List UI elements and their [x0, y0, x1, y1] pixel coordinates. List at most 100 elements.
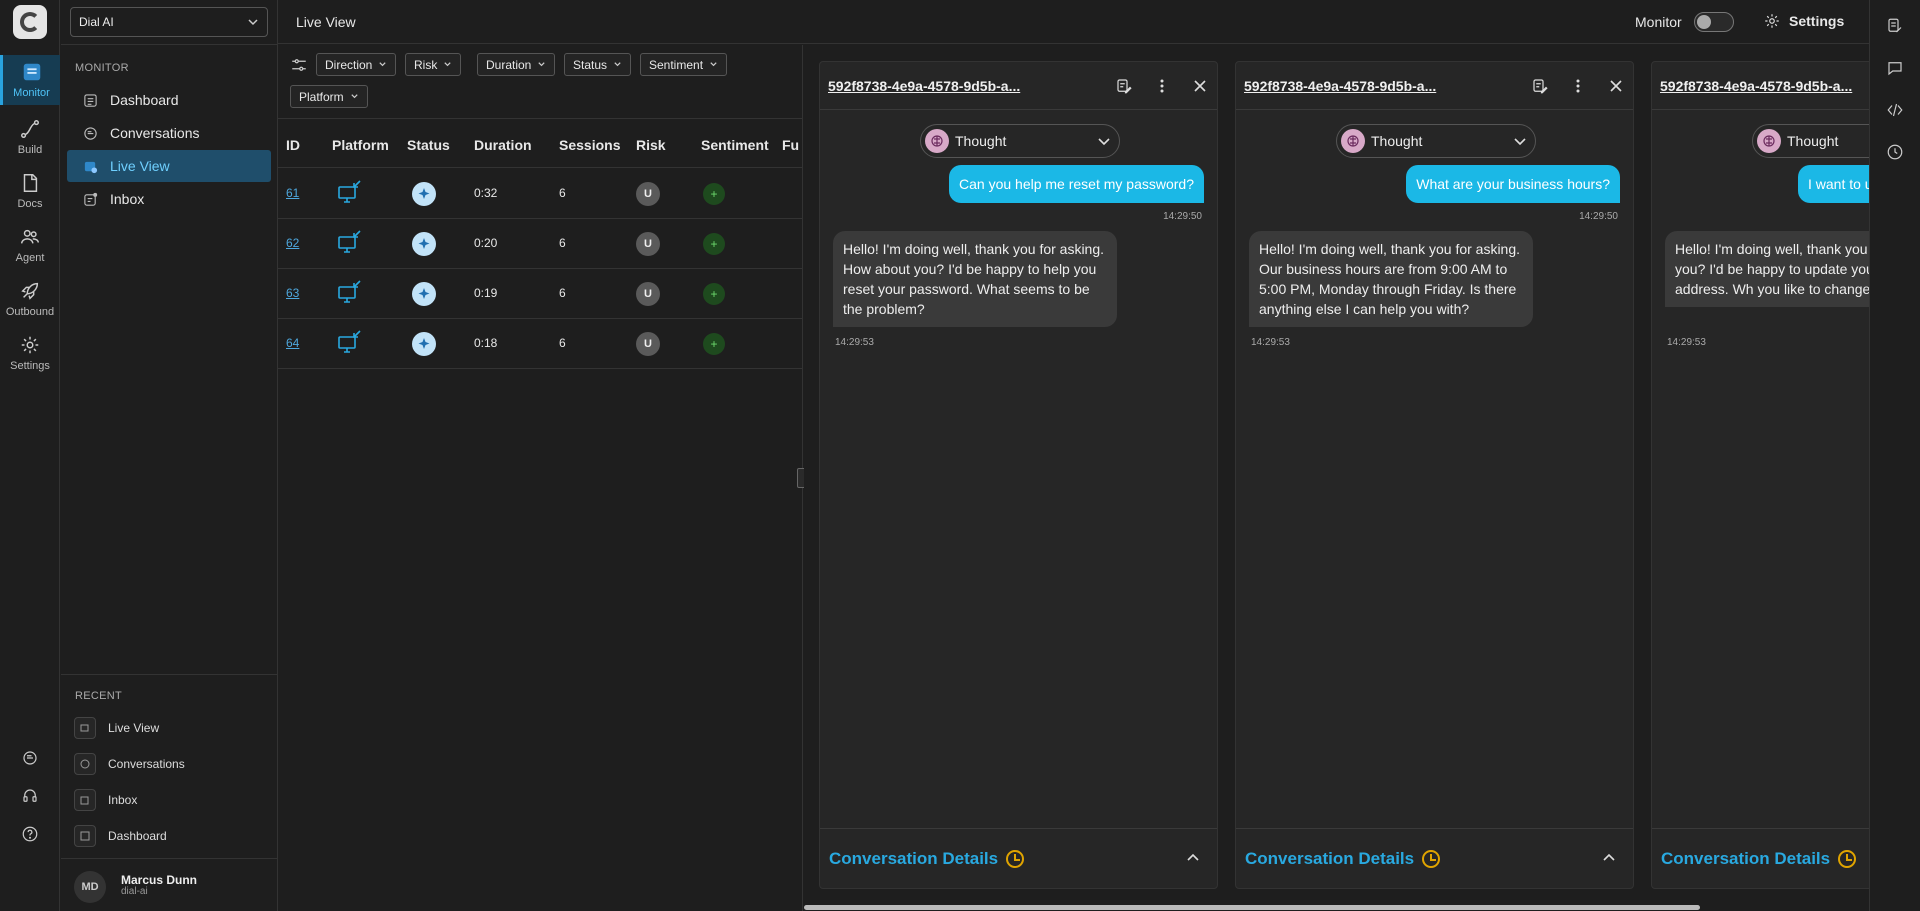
conversation-details-toggle[interactable]: Conversation Details: [1661, 849, 1857, 869]
column-header[interactable]: Fu: [782, 137, 799, 153]
sidebar-item-live-view[interactable]: Live View: [67, 150, 271, 182]
filter-icon[interactable]: [290, 56, 308, 77]
horizontal-scrollbar[interactable]: [804, 905, 1700, 910]
chevron-down-icon: [1098, 138, 1110, 146]
table-row[interactable]: 61 0:32 6 U +: [278, 169, 803, 219]
filter-risk[interactable]: Risk: [405, 53, 462, 76]
filter-direction[interactable]: Direction: [316, 53, 397, 76]
conversation-card: 592f8738-4e9a-4578-9d5b-a... Thought Wha…: [1235, 61, 1634, 889]
more-options-button[interactable]: [1567, 75, 1589, 97]
sentiment-badge: +: [703, 183, 725, 205]
status-icon: [412, 282, 436, 306]
monitor-toggle[interactable]: [1694, 12, 1734, 32]
column-header[interactable]: Duration: [474, 137, 532, 153]
more-options-button[interactable]: [1151, 75, 1173, 97]
recent-item-live-view[interactable]: Live View: [74, 714, 159, 742]
notes-button[interactable]: [1883, 14, 1907, 38]
chevron-down-icon: [444, 62, 451, 67]
avatar[interactable]: MD: [74, 871, 106, 903]
sentiment-badge: +: [703, 233, 725, 255]
chevron-up-icon[interactable]: [1185, 849, 1201, 865]
conversation-id-link[interactable]: 592f8738-4e9a-4578-9d5b-a...: [1660, 78, 1852, 94]
rail-monitor[interactable]: Monitor: [0, 55, 60, 105]
column-header[interactable]: Status: [407, 137, 450, 153]
recent-item-label: Live View: [108, 721, 160, 735]
conversation-details-toggle[interactable]: Conversation Details: [1245, 849, 1441, 869]
table-row[interactable]: 62 0:20 6 U +: [278, 219, 803, 269]
conversation-details-bar[interactable]: Conversation Details: [820, 828, 1217, 888]
edit-note-button[interactable]: [1113, 75, 1135, 97]
rail-agent[interactable]: Agent: [0, 220, 60, 270]
table-row[interactable]: 63 0:19 6 U +: [278, 269, 803, 319]
recent-item-inbox[interactable]: Inbox: [74, 786, 137, 814]
clock-icon: [1422, 850, 1441, 868]
conversation-details-toggle[interactable]: Conversation Details: [829, 849, 1025, 869]
agent-icon: [21, 229, 39, 244]
rail-outbound[interactable]: Outbound: [0, 274, 60, 324]
sidebar-item-dashboard[interactable]: Dashboard: [67, 84, 271, 116]
duration-cell: 0:20: [474, 236, 498, 250]
settings-button[interactable]: Settings: [1763, 12, 1844, 30]
column-header[interactable]: Sentiment: [701, 137, 769, 153]
chevron-down-icon: [538, 62, 546, 67]
column-header[interactable]: Risk: [636, 137, 666, 153]
brain-icon: [1757, 129, 1781, 153]
sentiment-badge: +: [703, 283, 725, 305]
build-icon: [21, 120, 39, 138]
gear-icon: [21, 336, 39, 354]
sidebar-item-label: Inbox: [110, 191, 145, 207]
row-id-link[interactable]: 62: [286, 236, 299, 250]
column-header[interactable]: ID: [286, 137, 300, 153]
history-button[interactable]: [1883, 140, 1907, 164]
divider: [61, 858, 278, 859]
rail-outbound-label: Outbound: [5, 306, 55, 318]
conversation-details-bar[interactable]: Conversation Details: [1236, 828, 1633, 888]
duration-cell: 0:19: [474, 286, 498, 300]
rail-chat-button[interactable]: [0, 743, 60, 773]
code-button[interactable]: [1883, 98, 1907, 122]
conversation-details-bar[interactable]: Conversation Details: [1652, 828, 1869, 888]
row-id-link[interactable]: 64: [286, 336, 299, 350]
rail-settings[interactable]: Settings: [0, 328, 60, 378]
sidebar-item-conversations[interactable]: Conversations: [67, 117, 271, 149]
column-header[interactable]: Sessions: [559, 137, 620, 153]
thought-select[interactable]: Thought: [1752, 124, 1869, 158]
sidebar: Dial AI MONITOR Dashboard Conversations …: [61, 0, 278, 911]
filter-sentiment[interactable]: Sentiment: [640, 53, 728, 76]
close-card-button[interactable]: [1189, 75, 1211, 97]
message-timestamp: 14:29:53: [1251, 337, 1290, 348]
chevron-up-icon[interactable]: [1601, 849, 1617, 865]
rail-agent-label: Agent: [15, 252, 45, 264]
column-header[interactable]: Platform: [332, 137, 389, 153]
conversation-id-link[interactable]: 592f8738-4e9a-4578-9d5b-a...: [828, 78, 1020, 94]
table-row[interactable]: 64 0:18 6 U +: [278, 319, 803, 369]
filter-label: Duration: [486, 57, 532, 72]
filter-status[interactable]: Status: [564, 53, 632, 76]
rail-docs[interactable]: Docs: [0, 166, 60, 216]
bot-message: Hello! I'm doing well, thank you for ask…: [833, 231, 1117, 327]
row-id-link[interactable]: 63: [286, 286, 299, 300]
filter-platform[interactable]: Platform: [290, 85, 368, 108]
filter-duration[interactable]: Duration: [477, 53, 556, 76]
recent-item-dashboard[interactable]: Dashboard: [74, 822, 167, 850]
edit-note-button[interactable]: [1529, 75, 1551, 97]
sidebar-item-inbox[interactable]: Inbox: [67, 183, 271, 215]
section-label-recent: RECENT: [75, 690, 123, 702]
row-id-link[interactable]: 61: [286, 186, 299, 200]
sidebar-item-label: Dashboard: [110, 92, 179, 108]
thought-select[interactable]: Thought: [1336, 124, 1536, 158]
chat-panel-button[interactable]: [1883, 56, 1907, 80]
app-logo[interactable]: [13, 5, 47, 39]
close-card-button[interactable]: [1605, 75, 1627, 97]
icon-rail: Monitor Build Docs Agent Outbound Settin…: [0, 0, 60, 911]
thought-select[interactable]: Thought: [920, 124, 1120, 158]
edit-note-icon: [1533, 79, 1548, 94]
recent-item-conversations[interactable]: Conversations: [74, 750, 185, 778]
recent-item-label: Dashboard: [108, 829, 167, 843]
conversation-id-link[interactable]: 592f8738-4e9a-4578-9d5b-a...: [1244, 78, 1436, 94]
rail-build[interactable]: Build: [0, 112, 60, 162]
rail-support-button[interactable]: [0, 781, 60, 811]
rail-monitor-label: Monitor: [13, 87, 50, 99]
rail-help-button[interactable]: [0, 819, 60, 849]
org-select[interactable]: Dial AI: [70, 7, 268, 37]
